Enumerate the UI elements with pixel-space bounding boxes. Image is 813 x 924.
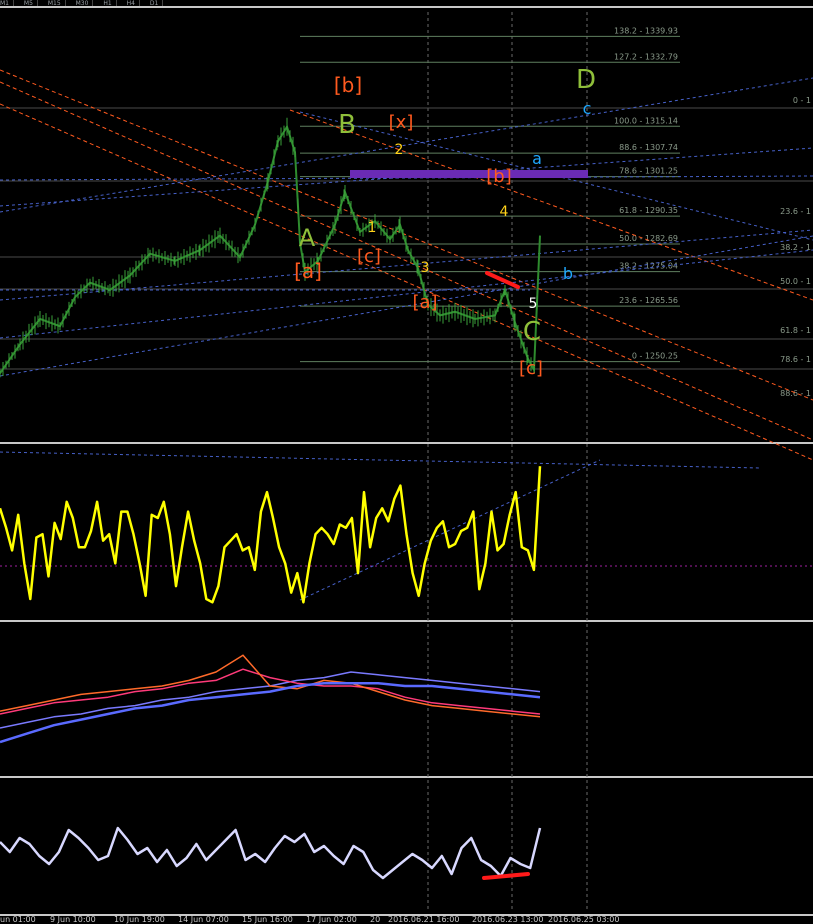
wave-label: b [563, 264, 573, 283]
wave-label: [b] [486, 166, 511, 187]
time-axis-label: 17 Jun 02:00 [306, 915, 357, 924]
trend-line [0, 77, 813, 213]
fib-level-label: 138.2 - 1339.93 [614, 26, 678, 35]
wave-label: [a] [294, 259, 322, 283]
wave-label: A [299, 224, 316, 252]
top-separator [0, 6, 813, 8]
resistance-band [350, 170, 588, 178]
wave-label: [a] [412, 292, 437, 313]
panel-separator [0, 442, 813, 444]
wave-label: 3 [421, 260, 430, 276]
fib-level-label: 127.2 - 1332.79 [614, 52, 678, 61]
wave-label: 2 [395, 142, 404, 158]
fib-level-label: 61.8 - 1290.35 [619, 206, 678, 215]
highlight-mark [482, 872, 530, 880]
fib-level-label: 100.0 - 1315.14 [614, 116, 678, 125]
time-axis-label: 2016.06.23 13:00 [472, 915, 543, 924]
osc-trendline [0, 451, 761, 469]
panel-separator [0, 776, 813, 778]
fib-level-label: 88.6 - 1307.74 [619, 143, 678, 152]
fib-level-label: 38.2 - 1275.04 [619, 262, 678, 271]
wave-label: 5 [529, 296, 538, 312]
oscillator-line [0, 466, 542, 604]
wave-label: 4 [500, 204, 509, 220]
fib-level-label: 78.6 - 1301.25 [619, 167, 678, 176]
moving-average-line [0, 654, 541, 718]
wave-label: c [583, 99, 592, 118]
time-axis-label: 10 Jun 19:00 [114, 915, 165, 924]
wave-label: C [523, 317, 541, 347]
oscillator2-line [0, 826, 542, 880]
trend-line [0, 249, 813, 339]
chart-window: M1 M5 M15 M30 H1 H4 D1 138.2 - 1339.93 12… [0, 0, 813, 924]
chart-svg[interactable]: 138.2 - 1339.93 127.2 - 1332.79 100.0 - 13… [0, 0, 813, 924]
time-axis-label: 9 Jun 10:00 [50, 915, 96, 924]
wave-label: [x] [389, 112, 414, 133]
right-fib-label: 61.8 - 1 [780, 326, 811, 335]
channel-line [0, 81, 813, 441]
fib-level-label: 23.6 - 1265.56 [619, 296, 678, 305]
fib-level-label: 50.0 - 1282.69 [619, 234, 678, 243]
panel-separator [0, 620, 813, 622]
right-fib-label: 78.6 - 1 [780, 355, 811, 364]
wave-label: [c] [357, 246, 381, 267]
price-series-line [0, 124, 541, 374]
wave-label: D [576, 65, 596, 95]
wave-label: a [532, 149, 542, 168]
right-fib-label: 50.0 - 1 [780, 277, 811, 286]
fib-level-label: 0 - 1250.25 [632, 352, 678, 361]
wave-label: [c] [519, 358, 543, 379]
wave-label: [b] [334, 73, 362, 97]
osc-trendline [299, 459, 601, 601]
time-axis-label: 14 Jun 07:00 [178, 915, 229, 924]
wave-label: B [338, 110, 356, 140]
moving-average-line [0, 681, 541, 744]
time-axis-label: 2016.06.21 16:00 [388, 915, 459, 924]
time-axis-label: un 01:00 [0, 915, 36, 924]
time-axis-label: 2016.06.25 03:00 [548, 915, 619, 924]
time-axis-label: 15 Jun 16:00 [242, 915, 293, 924]
right-fib-label: 23.6 - 1 [780, 207, 811, 216]
right-fib-label: 0 - 1 [793, 96, 811, 105]
wave-label: 1 [368, 220, 377, 236]
time-axis-label: 20 [370, 915, 380, 924]
right-fib-label: 88.6 - 1 [780, 389, 811, 398]
